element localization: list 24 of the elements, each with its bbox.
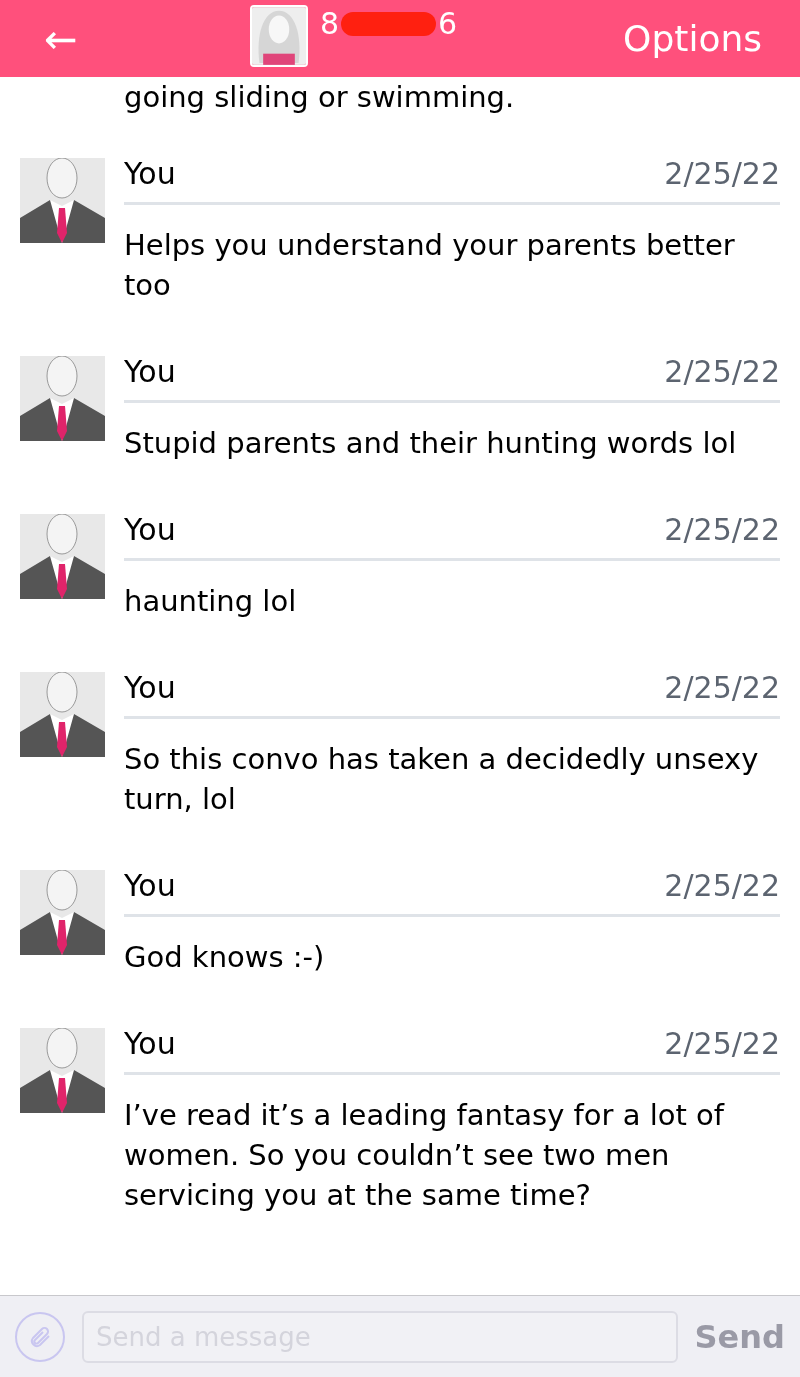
sender-name: You [124, 1029, 176, 1059]
message-text: Stupid parents and their hunting words lol [124, 425, 738, 462]
sender-name: You [124, 357, 176, 387]
sender-name: You [124, 515, 176, 545]
contact-name: 6 [438, 9, 458, 39]
sender-name: You [124, 871, 176, 901]
message-text: haunting lol [124, 583, 298, 620]
back-button[interactable]: ← [44, 18, 78, 59]
sender-name: You [124, 673, 176, 703]
message-date: 2/25/22 [664, 357, 780, 387]
message-text: I’ve read it’s a leading fantasy for a lot of women. So you couldn’t see two men servicing you at the same time? [124, 1097, 726, 1214]
paperclip-icon[interactable] [15, 1311, 65, 1362]
message-text: God knows :-) [124, 939, 326, 976]
message-date: 2/25/22 [664, 515, 780, 545]
contact-name: 8 [320, 9, 340, 39]
message-date: 2/25/22 [664, 673, 780, 703]
options-button[interactable]: Options [623, 20, 762, 57]
message-text: So this convo has taken a decidedly unsexy turn, lol [124, 741, 760, 818]
message-date: 2/25/22 [664, 871, 780, 901]
sender-name: You [124, 159, 176, 189]
message-text: going sliding or swimming. [123, 79, 516, 116]
message-date: 2/25/22 [664, 1029, 780, 1059]
message-text: Helps you understand your parents better too [124, 227, 736, 304]
message-date: 2/25/22 [664, 159, 780, 189]
